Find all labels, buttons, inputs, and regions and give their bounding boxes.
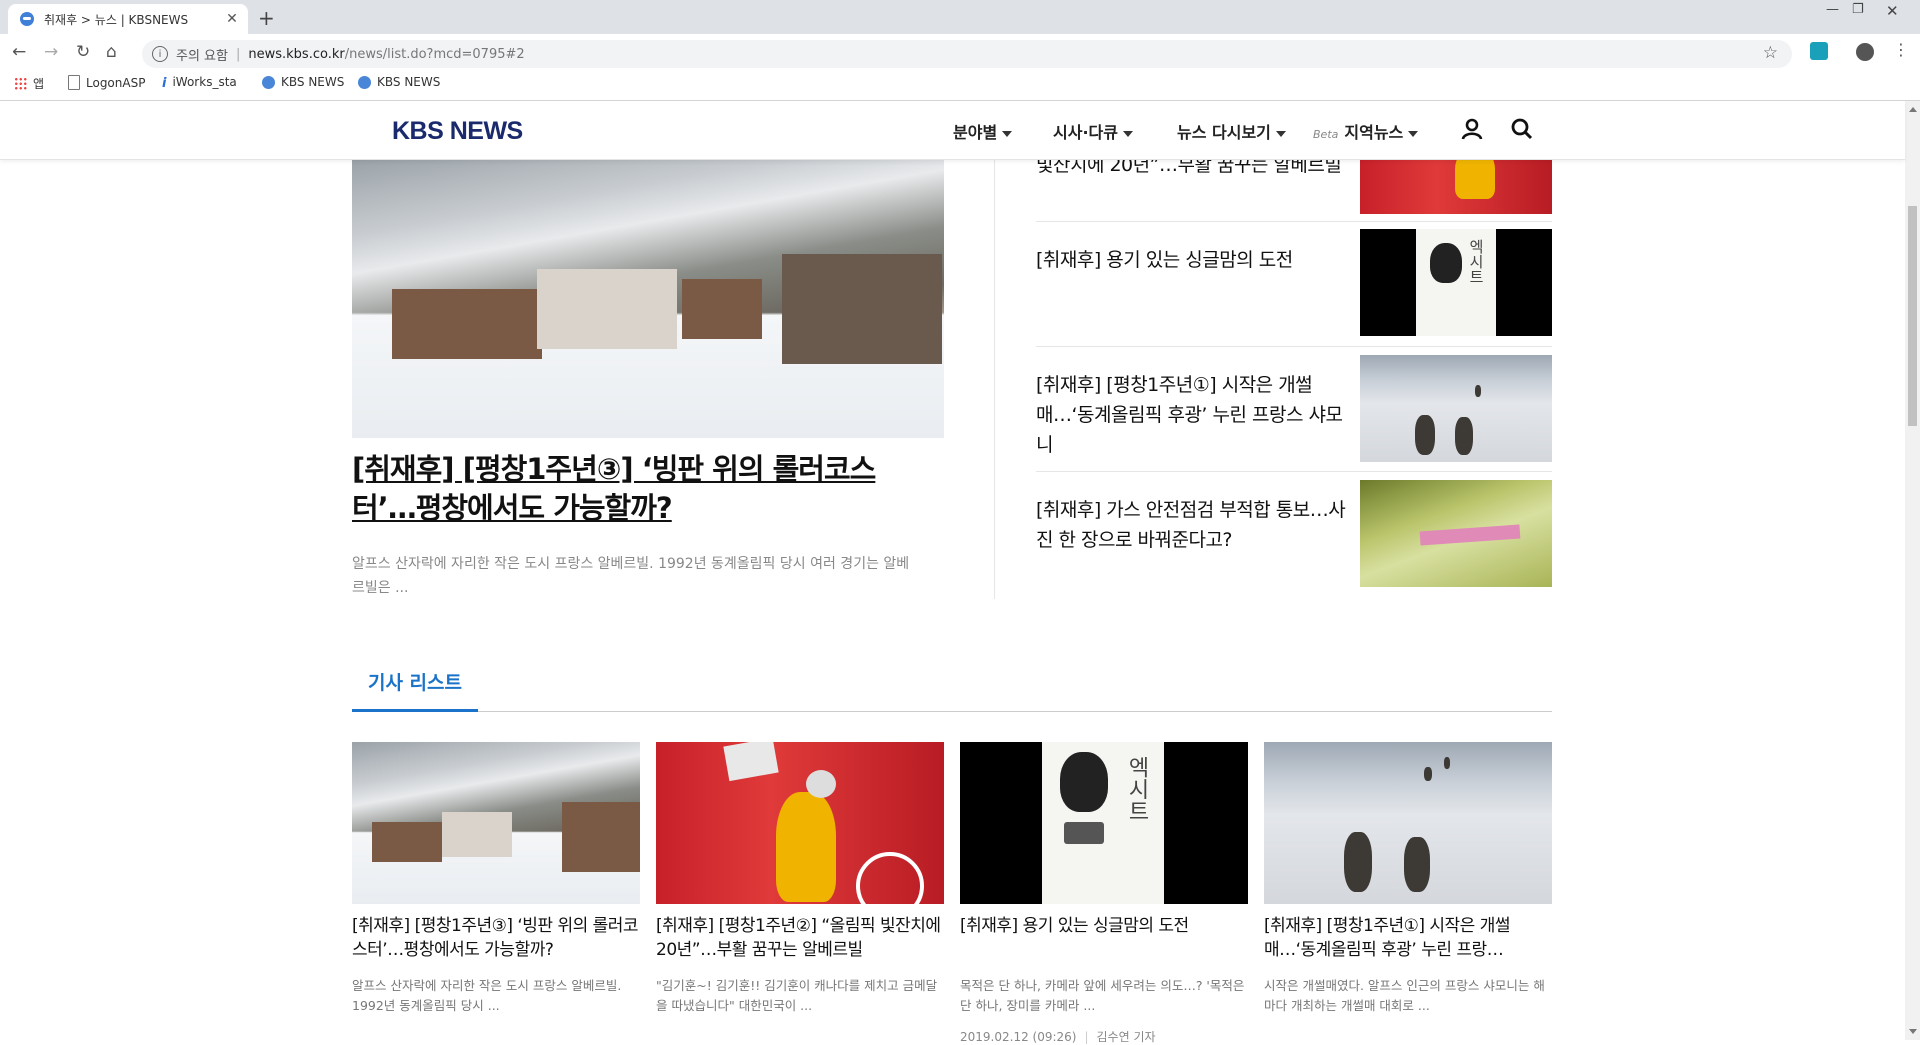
menu-local-news[interactable]: Beta 지역뉴스 — [1313, 119, 1419, 143]
card-thumbnail[interactable] — [656, 742, 944, 904]
kbs-favicon-icon — [20, 12, 34, 26]
browser-tab[interactable]: 취재후 > 뉴스 | KBSNEWS ✕ — [8, 4, 248, 34]
menu-category[interactable]: 분야별 — [953, 119, 1013, 143]
profile-icon[interactable] — [1856, 43, 1874, 61]
card-description: "김기훈~! 김기훈!! 김기훈이 캐나다를 제치고 금메달을 따냈습니다" 대… — [656, 978, 938, 1013]
chevron-down-icon — [1408, 130, 1419, 137]
menu-label: 뉴스 다시보기 — [1177, 123, 1271, 142]
side-list-item[interactable]: [취재후] 용기 있는 싱글맘의 도전 엑시트 — [1036, 221, 1552, 347]
new-tab-icon[interactable]: + — [258, 6, 275, 30]
bookmark-iworks[interactable]: i iWorks_sta — [162, 75, 237, 91]
restore-icon[interactable]: ❐ — [1852, 2, 1864, 17]
close-tab-icon[interactable]: ✕ — [224, 11, 240, 27]
page-icon — [68, 75, 80, 90]
hero-image[interactable] — [352, 159, 944, 438]
card-title[interactable]: [취재후] 용기 있는 싱글맘의 도전 — [960, 914, 1248, 962]
reload-icon[interactable]: ↻ — [76, 42, 90, 62]
side-list-item[interactable]: [취재후] 가스 안전점검 부적합 통보…사진 한 장으로 바꿔준다고? — [1036, 471, 1552, 596]
forward-icon[interactable]: → — [44, 42, 58, 62]
meta-separator: | — [1084, 1030, 1089, 1044]
scroll-down-icon[interactable] — [1909, 1029, 1917, 1034]
minimize-icon[interactable]: — — [1826, 2, 1839, 17]
scroll-up-icon[interactable] — [1909, 107, 1917, 112]
side-item-title[interactable]: [취재후] 용기 있는 싱글맘의 도전 — [1036, 245, 1346, 275]
bookmark-label: 앱 — [33, 77, 45, 91]
url-path: /news/list.do?mcd=0795#2 — [344, 46, 525, 62]
tab-title: 취재후 > 뉴스 | KBSNEWS — [44, 12, 189, 27]
chevron-down-icon — [1122, 130, 1133, 137]
bookmark-kbs-news-1[interactable]: KBS NEWS — [262, 75, 344, 89]
url-host: news.kbs.co.kr — [248, 46, 345, 62]
menu-current-affairs[interactable]: 시사·다큐 — [1053, 119, 1133, 143]
card-reporter: 김수연 기자 — [1096, 1030, 1156, 1044]
kbs-icon — [262, 75, 275, 89]
home-icon[interactable]: ⌂ — [106, 42, 117, 62]
menu-label: 분야별 — [953, 123, 998, 142]
menu-news-replay[interactable]: 뉴스 다시보기 — [1177, 119, 1286, 143]
page-scrollbar[interactable] — [1905, 101, 1920, 1040]
side-item-thumbnail[interactable] — [1360, 159, 1552, 214]
card-title[interactable]: [취재후] [평창1주년②] “올림픽 빛잔치에 20년”…부활 꿈꾸는 알베르… — [656, 914, 944, 962]
hero-description: 알프스 산자락에 자리한 작은 도시 프랑스 알베르빌. 1992년 동계올림픽… — [352, 556, 910, 596]
card-thumbnail[interactable] — [352, 742, 640, 904]
kbs-icon — [358, 75, 371, 89]
article-card[interactable]: [취재후] [평창1주년③] ‘빙판 위의 롤러코스터’…평창에서도 가능할까?… — [352, 742, 640, 1016]
menu-label: 시사·다큐 — [1053, 123, 1118, 142]
menu-label: 지역뉴스 — [1344, 123, 1404, 142]
security-label: 주의 요함 — [176, 48, 228, 64]
bookmark-kbs-news-2[interactable]: KBS NEWS — [358, 75, 440, 89]
card-title[interactable]: [취재후] [평창1주년①] 시작은 개썰매…‘동계올림픽 후광’ 누린 프랑… — [1264, 914, 1552, 962]
hero-title[interactable]: [취재후] [평창1주년③] ‘빙판 위의 롤러코스터’…평창에서도 가능할까? — [352, 450, 912, 528]
side-list-item[interactable]: [취재후] [평창1주년①] 시작은 개썰매…‘동계올림픽 후광’ 누린 프랑스… — [1036, 346, 1552, 472]
article-card[interactable]: [취재후] [평창1주년①] 시작은 개썰매…‘동계올림픽 후광’ 누린 프랑…… — [1264, 742, 1552, 1016]
card-description: 시작은 개썰매였다. 알프스 인근의 프랑스 샤모니는 해마다 개최하는 개썰매… — [1264, 978, 1545, 1013]
beta-badge: Beta — [1313, 128, 1339, 141]
side-item-title[interactable]: [취재후] [평창1주년①] 시작은 개썰매…‘동계올림픽 후광’ 누린 프랑스… — [1036, 370, 1346, 460]
card-title[interactable]: [취재후] [평창1주년③] ‘빙판 위의 롤러코스터’…평창에서도 가능할까? — [352, 914, 640, 962]
card-description: 알프스 산자락에 자리한 작은 도시 프랑스 알베르빌. 1992년 동계올림픽… — [352, 978, 622, 1013]
user-icon[interactable] — [1460, 117, 1484, 141]
bookmark-label: LogonASP — [86, 75, 146, 90]
address-bar[interactable]: i 주의 요함 | news.kbs.co.kr /news/list.do?m… — [142, 40, 1792, 68]
bookmark-label: KBS NEWS — [377, 75, 441, 89]
search-icon[interactable] — [1510, 117, 1534, 141]
menu-dots-icon[interactable]: ⋮ — [1892, 40, 1910, 59]
browser-tabbar: 취재후 > 뉴스 | KBSNEWS ✕ + — ❐ ✕ — [0, 0, 1920, 34]
iworks-icon: i — [162, 75, 167, 91]
side-item-title[interactable]: [취재후] 가스 안전점검 부적합 통보…사진 한 장으로 바꿔준다고? — [1036, 495, 1346, 555]
extension-icon[interactable] — [1810, 42, 1828, 60]
card-thumbnail[interactable]: 엑시트 — [960, 742, 1248, 904]
site-header: KBS NEWS 분야별 시사·다큐 뉴스 다시보기 Beta 지역뉴스 — [0, 101, 1905, 160]
bookmark-logonasp[interactable]: LogonASP — [68, 75, 145, 90]
active-tab-indicator — [352, 709, 478, 712]
column-divider — [994, 159, 995, 599]
side-item-thumbnail[interactable] — [1360, 480, 1552, 587]
site-logo[interactable]: KBS NEWS — [392, 117, 523, 146]
close-window-icon[interactable]: ✕ — [1886, 2, 1899, 20]
card-date: 2019.02.12 (09:26) — [960, 1030, 1077, 1044]
bookmark-star-icon[interactable]: ☆ — [1763, 43, 1778, 63]
bookmarks-bar: 앱 LogonASP i iWorks_sta KBS NEWS KBS NEW… — [0, 72, 1920, 96]
info-icon[interactable]: i — [152, 46, 168, 62]
chevron-down-icon — [1002, 130, 1013, 137]
card-description: 목적은 단 하나, 카메라 앞에 세우려는 의도…? '목적은 단 하나, 장미… — [960, 978, 1245, 1013]
side-item-thumbnail[interactable] — [1360, 355, 1552, 462]
bookmark-label: KBS NEWS — [281, 75, 345, 89]
back-icon[interactable]: ← — [12, 42, 26, 62]
bookmark-apps[interactable]: 앱 — [14, 75, 44, 92]
card-meta: 2019.02.12 (09:26) | 김수연 기자 — [960, 1028, 1248, 1045]
chevron-down-icon — [1275, 130, 1286, 137]
scrollbar-thumb[interactable] — [1908, 206, 1917, 426]
section-divider — [352, 711, 1552, 712]
side-item-thumbnail[interactable]: 엑시트 — [1360, 229, 1552, 336]
bookmark-label: iWorks_sta — [172, 75, 237, 89]
tab-article-list[interactable]: 기사 리스트 — [352, 668, 478, 695]
article-card[interactable]: 엑시트 [취재후] 용기 있는 싱글맘의 도전 목적은 단 하나, 카메라 앞에… — [960, 742, 1248, 1045]
address-separator: | — [235, 46, 241, 62]
article-card[interactable]: [취재후] [평창1주년②] “올림픽 빛잔치에 20년”…부활 꿈꾸는 알베르… — [656, 742, 944, 1016]
apps-icon — [14, 77, 27, 90]
card-thumbnail[interactable] — [1264, 742, 1552, 904]
